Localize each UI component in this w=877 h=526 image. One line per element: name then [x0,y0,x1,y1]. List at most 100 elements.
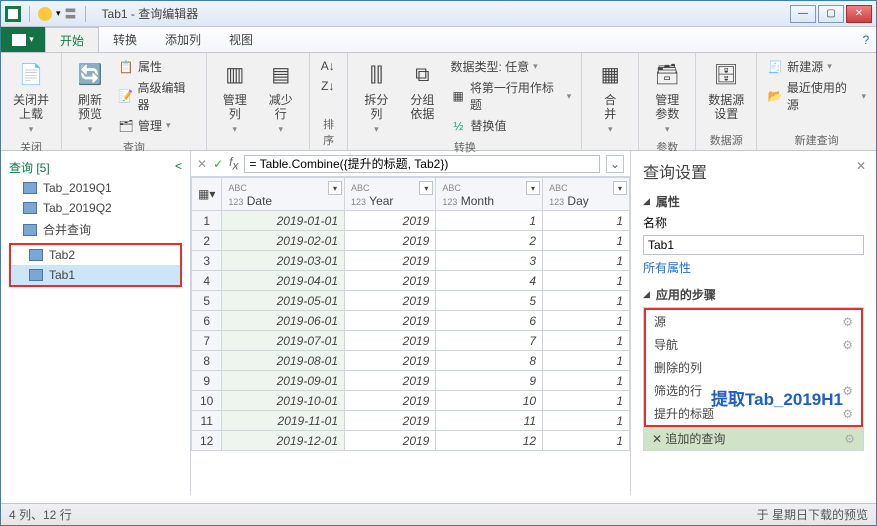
cell[interactable]: 5 [436,291,543,311]
cell[interactable]: 1 [543,431,630,451]
cell[interactable]: 2019 [345,251,436,271]
cell[interactable]: 2019 [345,271,436,291]
sort-asc-button[interactable]: A↓ [318,57,338,75]
row-header[interactable]: 6 [192,311,222,331]
row-header[interactable]: 1 [192,211,222,231]
cell[interactable]: 2019 [345,211,436,231]
cell[interactable]: 2019-01-01 [222,211,345,231]
row-header[interactable]: 10 [192,391,222,411]
row-header[interactable]: 9 [192,371,222,391]
close-button[interactable]: ✕ [846,5,872,23]
step-item[interactable]: 导航⚙ [646,333,861,356]
cell[interactable]: 12 [436,431,543,451]
cell[interactable]: 2019-08-01 [222,351,345,371]
all-props-link[interactable]: 所有属性 [643,259,864,276]
cell[interactable]: 2019 [345,371,436,391]
cell[interactable]: 1 [543,371,630,391]
query-item[interactable]: 合并查询 [5,218,186,241]
datasource-button[interactable]: 🗄数据源 设置 [704,57,748,124]
cell[interactable]: 2019-05-01 [222,291,345,311]
cell[interactable]: 4 [436,271,543,291]
recent-source-button[interactable]: 📂最近使用的源▾ [765,78,868,114]
name-input[interactable] [643,235,864,255]
cell[interactable]: 8 [436,351,543,371]
first-row-header-button[interactable]: ▦将第一行用作标题▾ [448,78,573,114]
tab-view[interactable]: 视图 [215,27,267,52]
fx-icon[interactable]: fx [229,155,238,172]
manage-button[interactable]: 🗂管理▾ [116,116,198,135]
row-header[interactable]: 11 [192,411,222,431]
maximize-button[interactable]: ▢ [818,5,844,23]
cell[interactable]: 3 [436,251,543,271]
cell[interactable]: 1 [543,271,630,291]
cell[interactable]: 1 [543,351,630,371]
cell[interactable]: 2019 [345,291,436,311]
filter-icon[interactable]: ▾ [526,181,540,195]
cell[interactable]: 1 [543,411,630,431]
sort-desc-button[interactable]: Z↓ [318,77,338,95]
cell[interactable]: 2019-03-01 [222,251,345,271]
col-header[interactable]: ABC 123 Day▾ [543,178,630,211]
cell[interactable]: 2019-09-01 [222,371,345,391]
minimize-button[interactable]: — [790,5,816,23]
gear-icon[interactable]: ⚙ [842,315,853,329]
cell[interactable]: 1 [543,391,630,411]
cell[interactable]: 2019-11-01 [222,411,345,431]
reduce-rows-button[interactable]: ▤减少 行▾ [261,57,301,137]
tab-start[interactable]: 开始 [45,27,99,52]
refresh-button[interactable]: 🔄刷新 预览▾ [70,57,110,137]
group-by-button[interactable]: ⧉分组 依据 [402,57,442,124]
row-header[interactable]: 4 [192,271,222,291]
split-col-button[interactable]: ⫿⫿拆分 列▾ [356,57,396,137]
query-item-selected[interactable]: Tab1 [11,265,180,285]
advanced-editor-button[interactable]: 📝高级编辑器 [116,78,198,114]
cell[interactable]: 1 [543,211,630,231]
cell[interactable]: 2019-02-01 [222,231,345,251]
step-item[interactable]: 源⚙ [646,310,861,333]
formula-input[interactable] [244,155,599,173]
steps-header[interactable]: ◢应用的步骤 [643,286,864,303]
cell[interactable]: 2019 [345,231,436,251]
gear-icon[interactable]: ⚙ [842,407,853,421]
corner-cell[interactable]: ▦▾ [192,178,222,211]
cell[interactable]: 2019-12-01 [222,431,345,451]
cell[interactable]: 2019-07-01 [222,331,345,351]
help-button[interactable]: ? [856,27,876,52]
close-load-button[interactable]: 📄关闭并 上载▾ [9,57,53,137]
cell[interactable]: 2019-06-01 [222,311,345,331]
cell[interactable]: 1 [436,211,543,231]
row-header[interactable]: 7 [192,331,222,351]
cell[interactable]: 1 [543,311,630,331]
step-item-current[interactable]: ✕ 追加的查询⚙ [644,427,863,450]
new-source-button[interactable]: 🧾新建源▾ [765,57,868,76]
query-item[interactable]: Tab_2019Q2 [5,198,186,218]
manage-cols-button[interactable]: ▥管理 列▾ [215,57,255,137]
cell[interactable]: 1 [543,251,630,271]
cell[interactable]: 2019 [345,331,436,351]
cell[interactable]: 2019-10-01 [222,391,345,411]
cell[interactable]: 1 [543,231,630,251]
cell[interactable]: 2019 [345,391,436,411]
cell[interactable]: 2019 [345,411,436,431]
gear-icon[interactable]: ⚙ [842,384,853,398]
query-item[interactable]: Tab2 [11,245,180,265]
row-header[interactable]: 5 [192,291,222,311]
query-item[interactable]: Tab_2019Q1 [5,178,186,198]
cell[interactable]: 9 [436,371,543,391]
tab-addcol[interactable]: 添加列 [151,27,215,52]
col-header[interactable]: ABC 123 Date▾ [222,178,345,211]
step-item[interactable]: 删除的列 [646,356,861,379]
expand-icon[interactable]: ⌄ [606,155,624,173]
cell[interactable]: 1 [543,291,630,311]
col-header[interactable]: ABC 123 Month▾ [436,178,543,211]
cell[interactable]: 1 [543,331,630,351]
props-header[interactable]: ◢属性 [643,193,864,210]
row-header[interactable]: 3 [192,251,222,271]
gear-icon[interactable]: ⚙ [844,432,855,446]
smile-icon[interactable] [38,7,52,21]
file-menu[interactable]: ▾ [1,27,45,52]
cell[interactable]: 6 [436,311,543,331]
cell[interactable]: 2019 [345,431,436,451]
ok-icon[interactable]: ✓ [213,157,223,171]
replace-button[interactable]: ½替换值 [448,116,573,135]
